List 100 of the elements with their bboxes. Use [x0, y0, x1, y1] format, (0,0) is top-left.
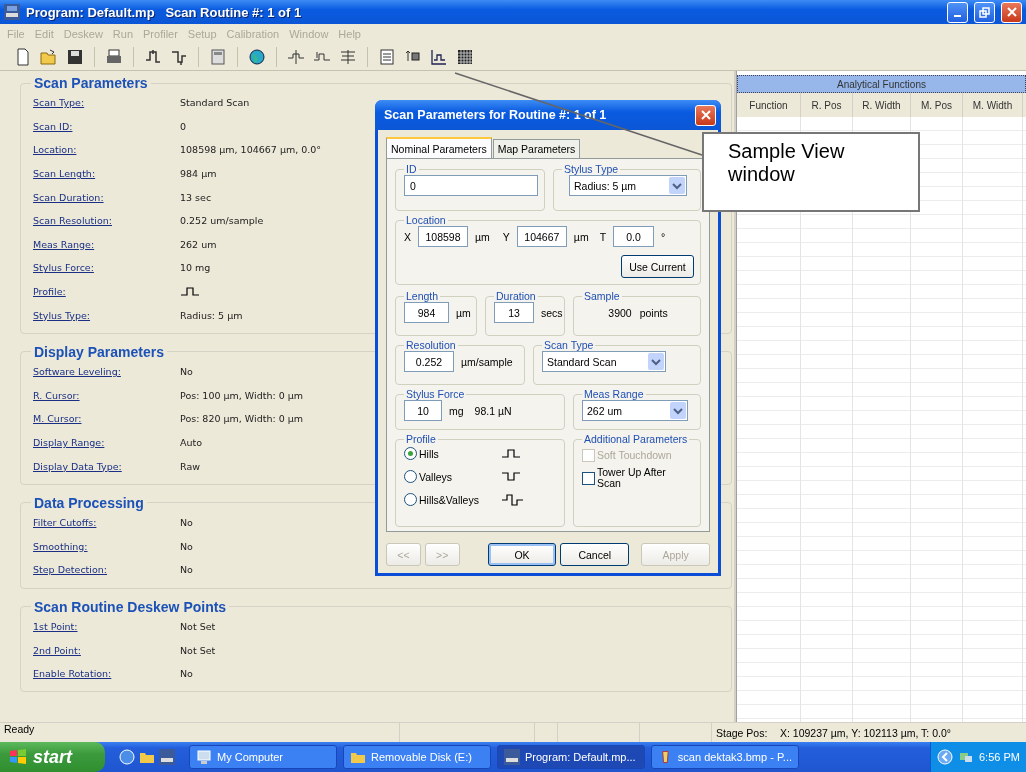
radio-button[interactable] [404, 447, 417, 460]
taskbar-button[interactable]: scan dektak3.bmp - P... [651, 745, 799, 769]
parameter-value: 10 mg [180, 262, 211, 274]
waveform-icon [501, 447, 521, 460]
close-icon [700, 110, 711, 120]
unit-label: µm [456, 306, 471, 319]
parameter-link[interactable]: Scan Resolution: [33, 215, 180, 227]
waveform-icon [501, 493, 524, 506]
y-field[interactable]: 104667 [516, 226, 567, 247]
t-field[interactable]: 0.0 [613, 226, 655, 247]
id-field[interactable]: 0 [404, 175, 538, 196]
parameter-link[interactable]: M. Cursor: [33, 413, 180, 425]
windows-logo-icon [8, 748, 28, 766]
section-title: Data Processing [33, 494, 145, 511]
group-label: Additional Parameters [583, 433, 689, 445]
parameter-link[interactable]: Stylus Type: [33, 309, 180, 321]
parameter-link[interactable]: Smoothing: [33, 540, 180, 552]
unit-label: µm [475, 230, 490, 243]
taskbar-button[interactable]: Removable Disk (E:) [343, 745, 491, 769]
parameter-link[interactable]: Enable Rotation: [33, 668, 180, 680]
resolution-field[interactable]: 0.252 [404, 351, 454, 372]
parameter-link[interactable]: Scan Type: [33, 97, 180, 109]
duration-field[interactable]: 13 [494, 302, 534, 323]
force-field[interactable]: 10 [404, 400, 442, 421]
unit-label: mg [449, 404, 464, 417]
waveform-icon [501, 470, 521, 483]
group-label: Meas Range [583, 388, 645, 400]
parameter-link[interactable]: Stylus Force: [33, 262, 180, 274]
x-field[interactable]: 108598 [418, 226, 468, 247]
stylus-type-dropdown[interactable]: Radius: 5 µm [569, 175, 687, 196]
taskbar-button[interactable]: My Computer [189, 745, 337, 769]
parameter-value: Pos: 100 µm, Width: 0 µm [180, 389, 304, 401]
parameter-link[interactable]: Scan Duration: [33, 191, 180, 203]
parameter-link[interactable]: Scan ID: [33, 120, 180, 132]
dialog-button[interactable]: Cancel [560, 543, 630, 566]
parameter-link[interactable]: 2nd Point: [33, 644, 180, 656]
profile-wave-icon [180, 285, 200, 298]
app-icon [504, 749, 520, 765]
parameter-link[interactable]: 1st Point: [33, 621, 180, 632]
unit-label: µm [573, 230, 589, 243]
scan-type-dropdown[interactable]: Standard Scan [542, 351, 666, 372]
browser-icon[interactable] [119, 749, 135, 765]
field-label: Y [502, 230, 510, 243]
callout-text: Sample View window [702, 132, 920, 212]
stage-position: X: 109237 µm, Y: 102113 µm, T: 0.0° [779, 726, 952, 739]
parameter-link[interactable]: Meas Range: [33, 238, 180, 250]
force-reading: 98.1 µN [474, 404, 512, 417]
group-label: Profile [405, 433, 437, 445]
parameter-link[interactable]: Software Leveling: [33, 366, 180, 378]
checkbox[interactable] [582, 471, 595, 485]
parameter-link[interactable]: R. Cursor: [33, 389, 180, 401]
dialog-button[interactable]: OK [487, 543, 557, 566]
group-label: Sample [583, 290, 621, 302]
radio-button[interactable] [404, 470, 417, 483]
window-title: Program: Default.mp Scan Routine #: 1 of 1 [26, 4, 303, 20]
meas-range-dropdown[interactable]: 262 um [582, 400, 688, 421]
status-message: Ready [3, 723, 36, 735]
app-icon[interactable] [159, 749, 175, 765]
use-current-button[interactable]: Use Current [621, 255, 694, 278]
group-label: Length [405, 290, 440, 302]
sample-count: 3900 [608, 306, 632, 319]
unit-label: ° [661, 230, 666, 243]
parameter-link[interactable]: Scan Length: [33, 168, 180, 180]
parameter-link[interactable]: Filter Cutoffs: [33, 517, 180, 529]
section-title: Scan Routine Deskew Points [33, 598, 228, 615]
parameter-value: Standard Scan [180, 97, 250, 109]
option-label: Valleys [419, 470, 454, 483]
app-icon [4, 4, 20, 20]
group-label: ID [405, 163, 418, 175]
panel-header: Analytical Functions [737, 75, 1026, 93]
tab[interactable]: Map Parameters [492, 139, 581, 158]
minimize-button[interactable] [947, 1, 968, 23]
parameter-value: Raw [180, 460, 200, 472]
parameter-value: 0.252 um/sample [180, 215, 264, 227]
parameter-link[interactable]: Step Detection: [33, 564, 180, 576]
parameter-link[interactable]: Profile: [33, 286, 180, 298]
tab[interactable]: Nominal Parameters [386, 137, 492, 158]
close-icon [1006, 7, 1017, 17]
option-label: Tower Up After Scan [597, 467, 667, 489]
close-button[interactable] [1001, 1, 1022, 23]
taskbar-button[interactable]: Program: Default.mp... [497, 745, 645, 769]
parameter-link[interactable]: Location: [33, 144, 180, 156]
parameter-value: Pos: 820 µm, Width: 0 µm [180, 413, 304, 425]
unit-label: secs [541, 306, 563, 319]
stage-label: Stage Pos: [715, 726, 769, 739]
close-button[interactable] [695, 104, 716, 126]
parameter-value: No [180, 668, 193, 680]
unit-label: points [639, 306, 668, 319]
parameter-value: No [180, 366, 193, 378]
parameter-value: No [180, 564, 193, 576]
length-field[interactable]: 984 [404, 302, 449, 323]
group-label: Stylus Force [405, 388, 466, 400]
start-button[interactable]: start [0, 742, 105, 772]
radio-button[interactable] [404, 493, 417, 506]
section-title: Scan Parameters [33, 75, 149, 91]
restore-button[interactable] [974, 1, 995, 23]
option-label: Hills&Valleys [419, 493, 480, 506]
parameter-link[interactable]: Display Data Type: [33, 460, 180, 472]
parameter-link[interactable]: Display Range: [33, 437, 180, 448]
clock: 6:56 PM [979, 751, 1020, 763]
